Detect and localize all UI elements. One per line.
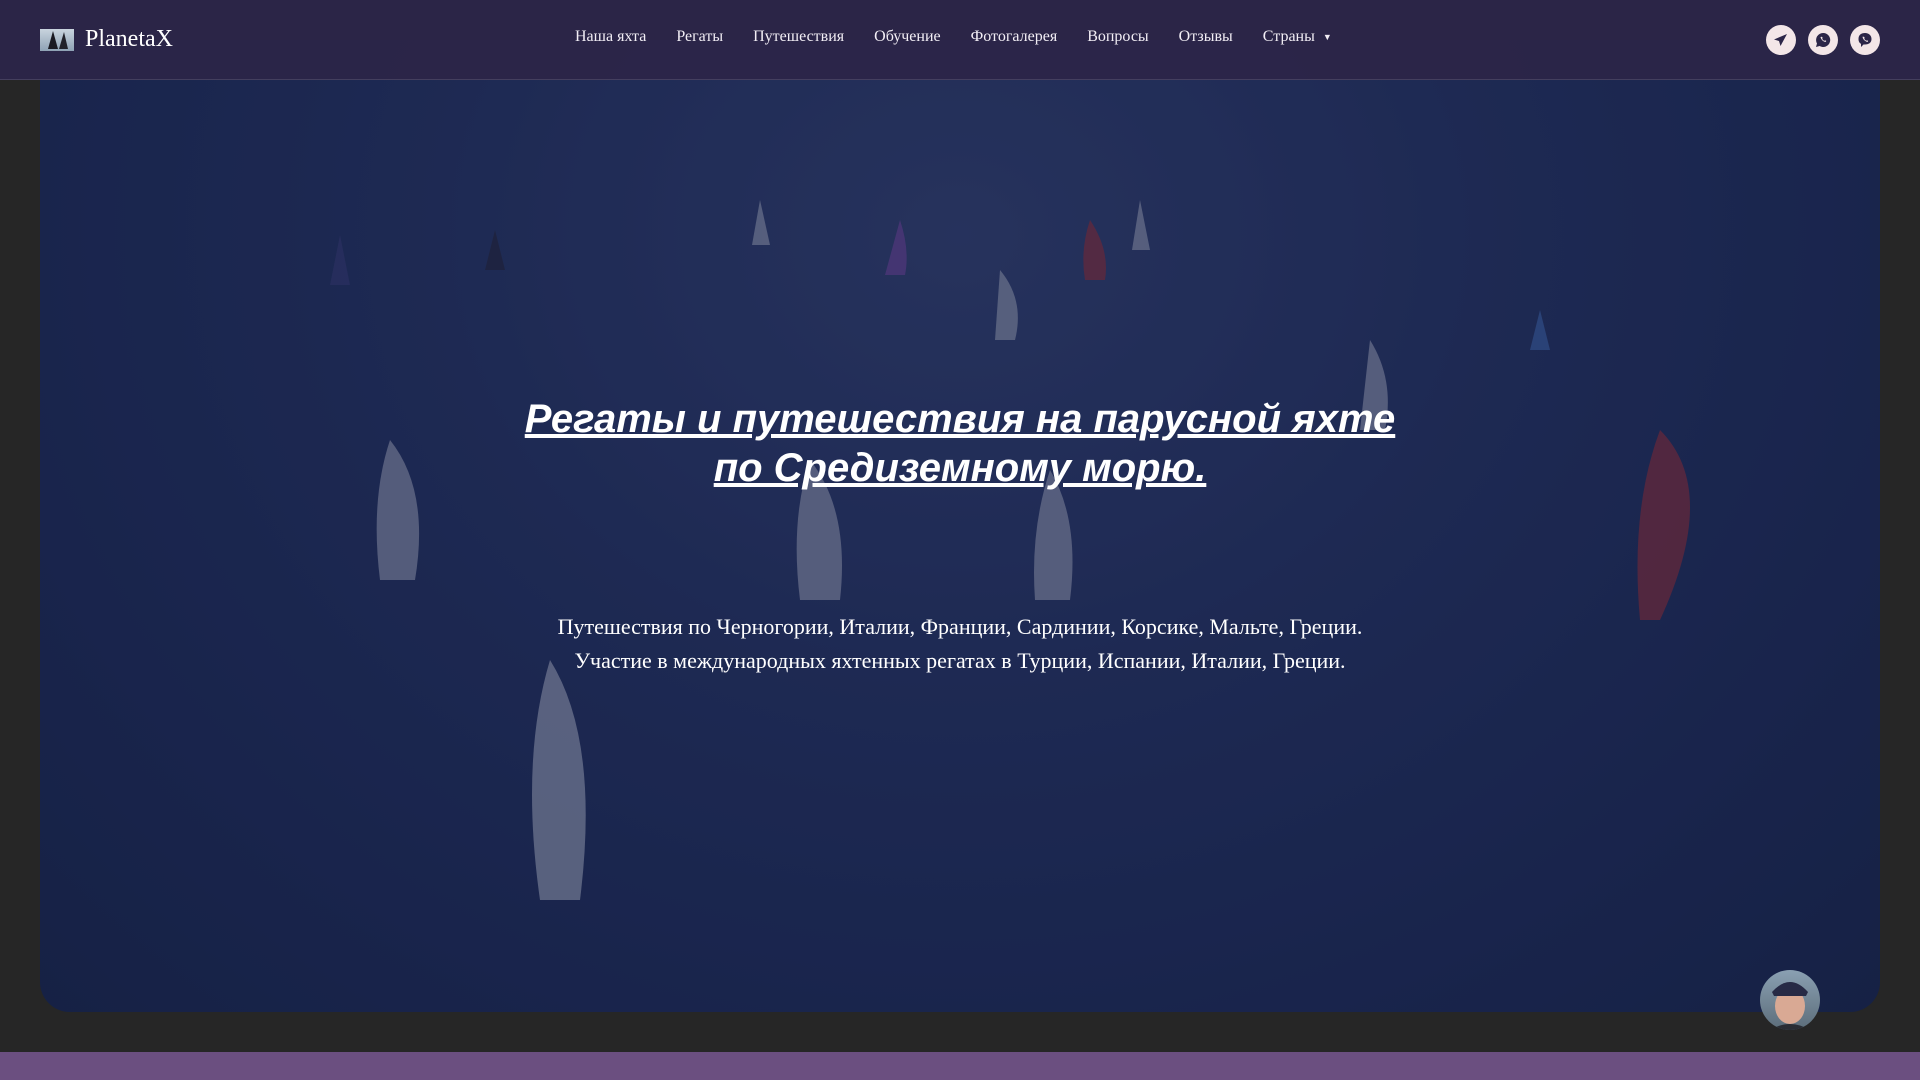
whatsapp-icon	[1816, 32, 1831, 47]
nav-countries-label: Страны	[1262, 28, 1315, 45]
hero-banner: Регаты и путешествия на парусной яхте по…	[40, 40, 1880, 1012]
viber-button[interactable]	[1850, 25, 1880, 55]
caret-down-icon: ▼	[1322, 32, 1332, 43]
nav-travel[interactable]: Путешествия	[753, 28, 844, 46]
sailboats-background	[40, 40, 1880, 1012]
hero-title-line-2: по Средиземному морю.	[713, 446, 1207, 490]
nav-gallery[interactable]: Фотогалерея	[971, 28, 1058, 46]
nav-regattas[interactable]: Регаты	[676, 28, 723, 46]
social-links	[1766, 25, 1880, 55]
hero-subtitle: Путешествия по Черногории, Италии, Франц…	[40, 610, 1880, 678]
logo-text: PlanetaX	[85, 26, 173, 52]
logo[interactable]: PlanetaX	[40, 26, 173, 53]
nav-reviews[interactable]: Отзывы	[1179, 28, 1233, 46]
nav-faq[interactable]: Вопросы	[1087, 28, 1148, 46]
nav-countries-dropdown[interactable]: Страны ▼	[1263, 28, 1332, 46]
nav-training[interactable]: Обучение	[874, 28, 940, 46]
hero-title-line-1: Регаты и путешествия на парусной яхте	[524, 397, 1396, 441]
telegram-icon	[1774, 34, 1787, 46]
telegram-button[interactable]	[1766, 25, 1796, 55]
footer-band	[0, 1052, 1920, 1080]
chat-avatar-button[interactable]	[1760, 970, 1820, 1030]
main-nav: Наша яхта Регаты Путешествия Обучение Фо…	[575, 28, 1332, 46]
logo-image	[40, 28, 74, 51]
hero-title[interactable]: Регаты и путешествия на парусной яхте по…	[40, 395, 1880, 493]
avatar-photo	[1770, 982, 1810, 1030]
viber-icon	[1858, 33, 1872, 47]
header: PlanetaX Наша яхта Регаты Путешествия Об…	[0, 0, 1920, 80]
nav-our-yacht[interactable]: Наша яхта	[575, 28, 646, 46]
hero-subtitle-line-2: Участие в международных яхтенных регатах…	[574, 648, 1346, 673]
hero-subtitle-line-1: Путешествия по Черногории, Италии, Франц…	[557, 614, 1363, 639]
whatsapp-button[interactable]	[1808, 25, 1838, 55]
